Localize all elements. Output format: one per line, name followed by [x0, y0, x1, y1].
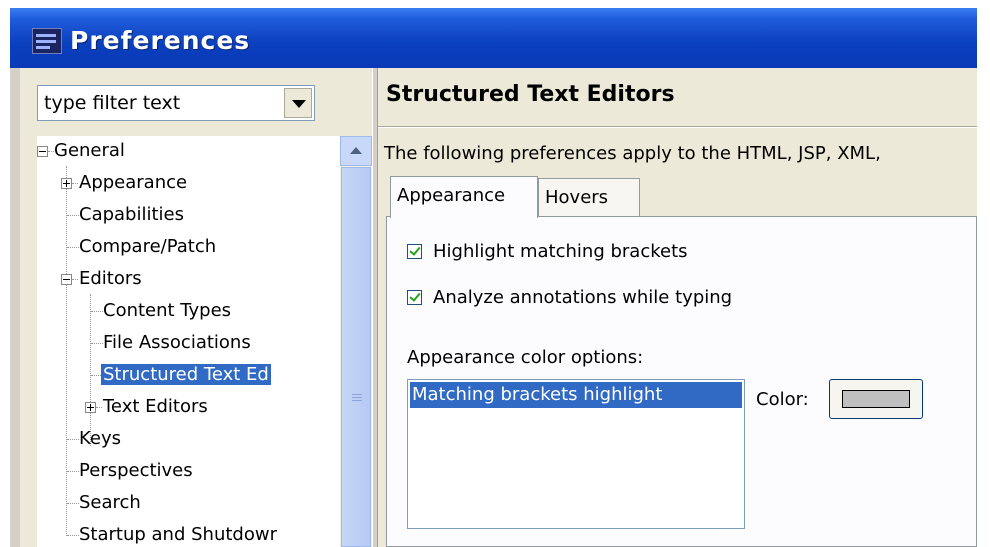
- color-label: Color:: [756, 389, 809, 410]
- page-title: Structured Text Editors: [386, 82, 675, 107]
- title-bar[interactable]: Preferences: [10, 8, 977, 68]
- expand-icon[interactable]: [61, 178, 72, 189]
- scroll-up-button[interactable]: [340, 136, 372, 166]
- tab-appearance[interactable]: Appearance: [390, 176, 538, 218]
- left-pane: type filter text General Appearance Capa…: [20, 68, 372, 547]
- filter-dropdown-button[interactable]: [284, 88, 312, 118]
- filter-combo[interactable]: type filter text: [37, 85, 315, 121]
- eclipse-icon: [32, 28, 62, 54]
- tab-hovers[interactable]: Hovers: [538, 178, 640, 216]
- right-pane: Structured Text Editors The following pr…: [378, 68, 977, 547]
- tree-scrollbar[interactable]: [340, 136, 372, 547]
- title-separator: [378, 126, 977, 128]
- scroll-thumb[interactable]: [341, 167, 371, 547]
- color-options-label: Appearance color options:: [407, 347, 644, 368]
- tab-strip: Appearance Hovers: [378, 176, 977, 218]
- checkbox-box[interactable]: [407, 290, 422, 305]
- preferences-tree[interactable]: General Appearance Capabilities Compare/…: [37, 136, 357, 547]
- collapse-icon[interactable]: [61, 274, 72, 285]
- page-description: The following preferences apply to the H…: [384, 143, 881, 164]
- appearance-tab-panel: Highlight matching brackets Analyze anno…: [386, 216, 977, 547]
- checkbox-box[interactable]: [407, 244, 422, 259]
- preferences-dialog: Preferences type filter text General App…: [10, 8, 977, 547]
- filter-input[interactable]: type filter text: [44, 92, 180, 114]
- list-item[interactable]: Matching brackets highlight: [410, 382, 742, 408]
- color-options-list[interactable]: Matching brackets highlight: [407, 379, 745, 529]
- collapse-icon[interactable]: [37, 146, 48, 157]
- expand-icon[interactable]: [85, 402, 96, 413]
- chevron-down-icon: [292, 100, 306, 108]
- color-picker-button[interactable]: [829, 379, 923, 419]
- color-swatch: [842, 390, 910, 408]
- chevron-up-icon: [350, 147, 362, 154]
- window-title: Preferences: [70, 26, 251, 55]
